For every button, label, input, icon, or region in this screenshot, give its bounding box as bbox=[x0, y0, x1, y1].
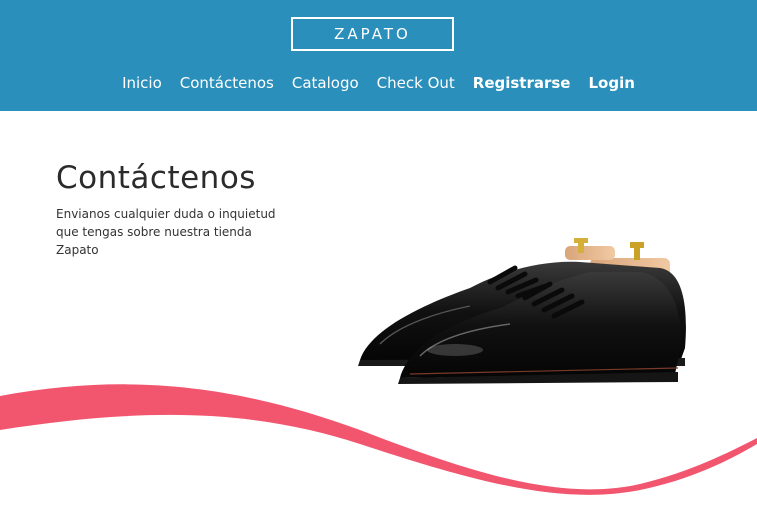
shoe-image bbox=[358, 238, 686, 384]
nav-link-login[interactable]: Login bbox=[589, 74, 635, 92]
site-header: ZAPATO Inicio Contáctenos Catalogo Check… bbox=[0, 0, 757, 111]
nav-link-registrarse[interactable]: Registrarse bbox=[473, 74, 571, 92]
nav-link-check-out[interactable]: Check Out bbox=[377, 74, 455, 92]
page-title: Contáctenos bbox=[56, 160, 256, 196]
decorative-wave bbox=[0, 384, 757, 495]
brand-logo-link[interactable]: ZAPATO bbox=[291, 17, 454, 51]
nav-link-contactenos[interactable]: Contáctenos bbox=[180, 74, 274, 92]
wave-shape bbox=[0, 384, 757, 495]
nav-link-inicio[interactable]: Inicio bbox=[122, 74, 162, 92]
page-description: Envianos cualquier duda o inquietud que … bbox=[56, 207, 276, 257]
nav-link-catalogo[interactable]: Catalogo bbox=[292, 74, 359, 92]
main-nav: Inicio Contáctenos Catalogo Check Out Re… bbox=[0, 72, 757, 94]
